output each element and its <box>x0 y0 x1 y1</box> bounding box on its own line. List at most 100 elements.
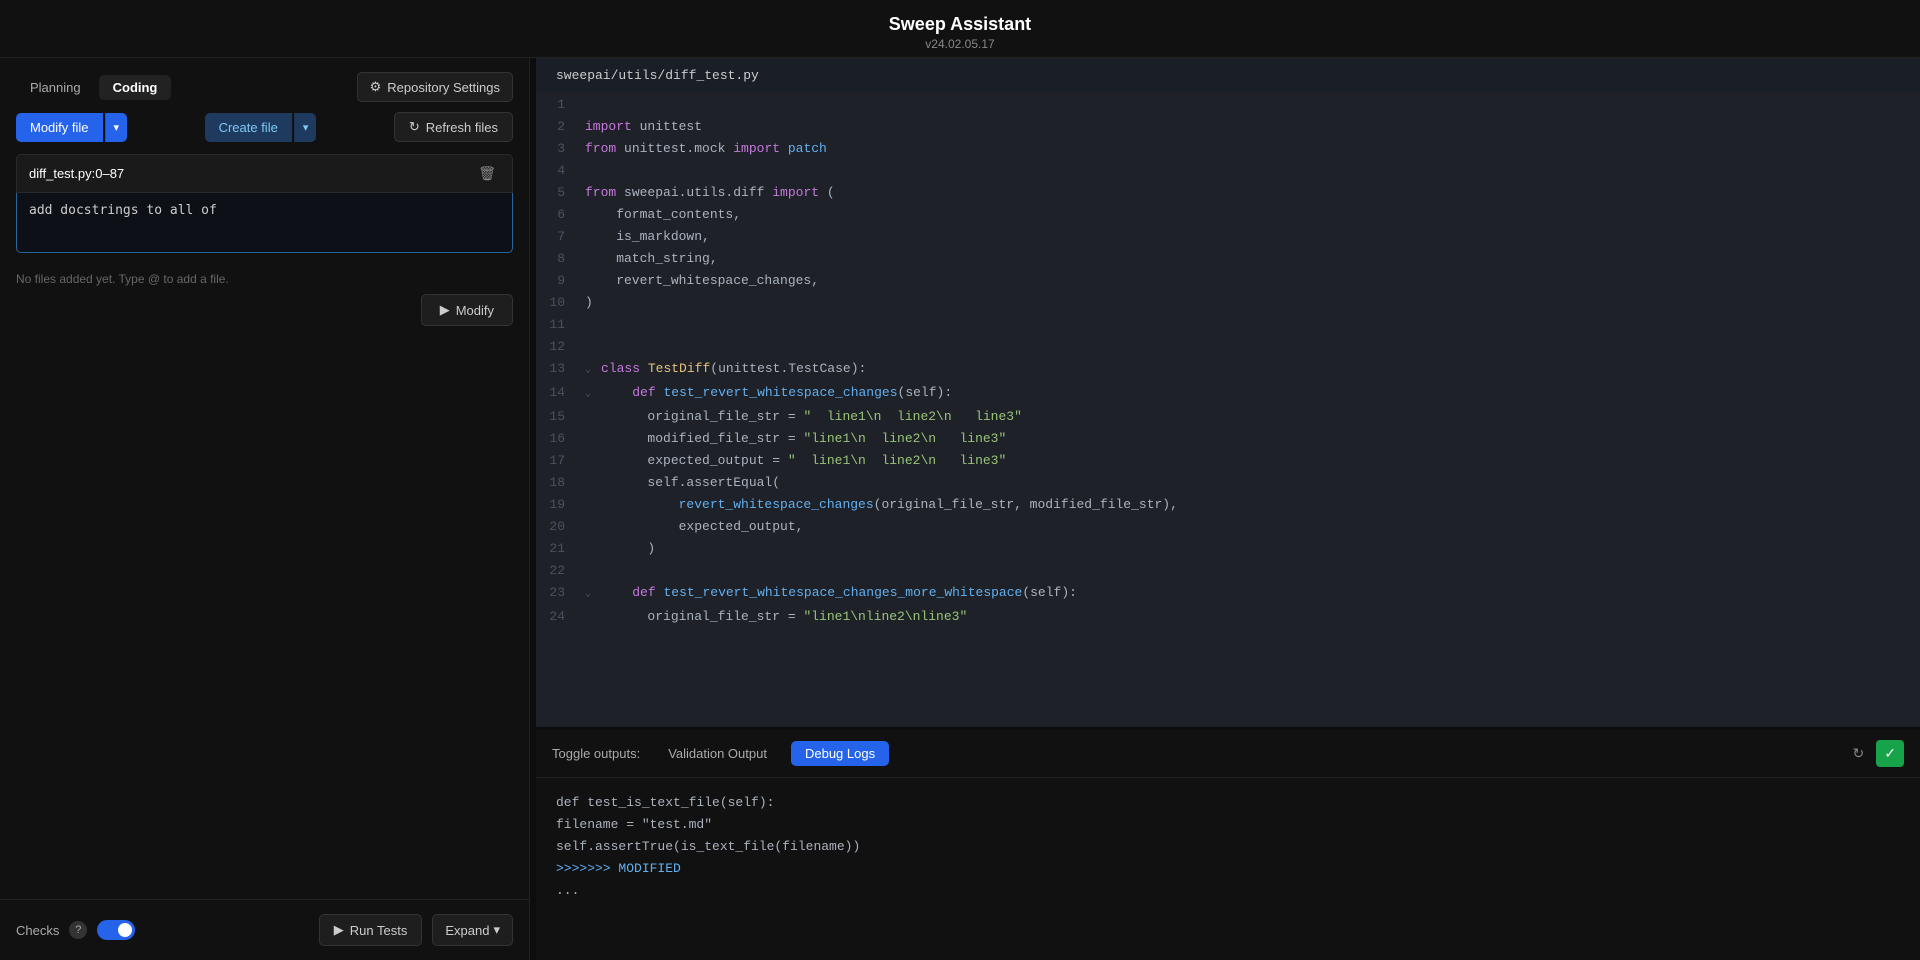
app-container: Sweep Assistant v24.02.05.17 Planning Co… <box>0 0 1920 960</box>
fold-arrow[interactable]: ⌄ <box>585 389 601 400</box>
code-panel: sweepai/utils/diff_test.py 12import unit… <box>536 58 1920 730</box>
refresh-files-label: Refresh files <box>426 120 498 135</box>
modify-label: Modify <box>456 303 494 318</box>
refresh-files-button[interactable]: ↻ Refresh files <box>394 112 513 142</box>
line-content: modified_file_str = "line1\n line2\n lin… <box>581 428 1006 450</box>
delete-file-button[interactable]: 🗑 <box>474 163 500 184</box>
instruction-input[interactable]: add docstrings to all of <box>16 193 513 253</box>
line-number: 1 <box>536 94 581 116</box>
line-content: expected_output = " line1\n line2\n line… <box>581 450 1006 472</box>
output-line: >>>>>>> MODIFIED <box>556 858 1900 880</box>
create-file-arrow[interactable]: ▾ <box>294 113 317 142</box>
run-tests-label: Run Tests <box>350 923 408 938</box>
file-header: diff_test.py:0–87 🗑 <box>16 154 513 193</box>
tab-planning[interactable]: Planning <box>16 75 95 100</box>
expand-button[interactable]: Expand ▾ <box>432 914 513 946</box>
modify-file-group: Modify file ▾ <box>16 113 127 142</box>
line-content <box>581 314 585 336</box>
output-header: Toggle outputs: Validation Output Debug … <box>536 730 1920 778</box>
code-line: 23⌄ def test_revert_whitespace_changes_m… <box>536 582 1920 606</box>
right-panel: sweepai/utils/diff_test.py 12import unit… <box>536 58 1920 960</box>
line-content: original_file_str = "line1\nline2\nline3… <box>581 606 967 628</box>
line-content: ) <box>581 538 655 560</box>
line-content <box>581 560 585 582</box>
code-line: 17 expected_output = " line1\n line2\n l… <box>536 450 1920 472</box>
chevron-down-icon: ▾ <box>493 922 500 938</box>
gear-icon: ⚙ <box>370 79 382 95</box>
line-content: match_string, <box>581 248 718 270</box>
tab-debug-logs[interactable]: Debug Logs <box>791 741 889 766</box>
help-icon[interactable]: ? <box>69 921 87 939</box>
line-number: 8 <box>536 248 581 270</box>
output-line: ... <box>556 880 1900 902</box>
output-panel: Toggle outputs: Validation Output Debug … <box>536 730 1920 960</box>
left-panel-spacer <box>0 334 529 899</box>
line-number: 16 <box>536 428 581 450</box>
line-number: 9 <box>536 270 581 292</box>
modify-file-arrow[interactable]: ▾ <box>105 113 128 142</box>
run-tests-button[interactable]: ▶ Run Tests <box>319 914 423 946</box>
main-layout: Planning Coding ⚙ Repository Settings Mo… <box>0 58 1920 960</box>
line-content: import unittest <box>581 116 702 138</box>
line-number: 10 <box>536 292 581 314</box>
create-file-button[interactable]: Create file <box>205 113 292 142</box>
line-number: 14 <box>536 382 581 406</box>
check-output-button[interactable]: ✓ <box>1876 740 1904 767</box>
line-number: 3 <box>536 138 581 160</box>
line-content: ) <box>581 292 593 314</box>
fold-arrow[interactable]: ⌄ <box>585 365 601 376</box>
output-line: def test_is_text_file(self): <box>556 792 1900 814</box>
line-number: 2 <box>536 116 581 138</box>
line-content: revert_whitespace_changes(original_file_… <box>581 494 1178 516</box>
left-panel: Planning Coding ⚙ Repository Settings Mo… <box>0 58 530 960</box>
refresh-output-button[interactable]: ↻ <box>1849 740 1869 767</box>
code-line: 11 <box>536 314 1920 336</box>
checks-toggle[interactable] <box>97 920 135 940</box>
output-actions: ↻ ✓ <box>1849 740 1904 767</box>
line-content: original_file_str = " line1\n line2\n li… <box>581 406 1022 428</box>
modify-button[interactable]: ▶ Modify <box>421 294 513 326</box>
line-content: format_contents, <box>581 204 741 226</box>
code-line: 16 modified_file_str = "line1\n line2\n … <box>536 428 1920 450</box>
code-line: 5from sweepai.utils.diff import ( <box>536 182 1920 204</box>
fold-arrow[interactable]: ⌄ <box>585 589 601 600</box>
code-line: 4 <box>536 160 1920 182</box>
repo-settings-button[interactable]: ⚙ Repository Settings <box>357 72 513 102</box>
toggle-knob <box>118 923 132 937</box>
line-number: 6 <box>536 204 581 226</box>
tab-coding[interactable]: Coding <box>99 75 172 100</box>
tabs-row: Planning Coding ⚙ Repository Settings <box>0 58 529 112</box>
hint-text: No files added yet. Type @ to add a file… <box>0 266 529 286</box>
file-name: diff_test.py:0–87 <box>29 166 124 181</box>
line-content: ⌄ def test_revert_whitespace_changes(sel… <box>581 382 952 406</box>
code-line: 15 original_file_str = " line1\n line2\n… <box>536 406 1920 428</box>
app-title: Sweep Assistant <box>0 14 1920 35</box>
code-line: 9 revert_whitespace_changes, <box>536 270 1920 292</box>
line-number: 5 <box>536 182 581 204</box>
line-content: is_markdown, <box>581 226 710 248</box>
app-version: v24.02.05.17 <box>0 37 1920 51</box>
line-content: ⌄ class TestDiff(unittest.TestCase): <box>581 358 866 382</box>
line-content: ⌄ def test_revert_whitespace_changes_mor… <box>581 582 1077 606</box>
code-line: 14⌄ def test_revert_whitespace_changes(s… <box>536 382 1920 406</box>
play-icon-run: ▶ <box>334 922 344 938</box>
expand-label: Expand <box>445 923 489 938</box>
output-line: self.assertTrue(is_text_file(filename)) <box>556 836 1900 858</box>
code-editor[interactable]: 12import unittest3from unittest.mock imp… <box>536 94 1920 727</box>
tab-validation-output[interactable]: Validation Output <box>654 741 781 766</box>
code-line: 22 <box>536 560 1920 582</box>
toggle-outputs-label: Toggle outputs: <box>552 746 640 761</box>
action-row: Modify file ▾ Create file ▾ ↻ Refresh fi… <box>0 112 529 154</box>
line-number: 7 <box>536 226 581 248</box>
code-line: 13⌄ class TestDiff(unittest.TestCase): <box>536 358 1920 382</box>
line-number: 11 <box>536 314 581 336</box>
modify-file-button[interactable]: Modify file <box>16 113 103 142</box>
code-line: 21 ) <box>536 538 1920 560</box>
line-number: 23 <box>536 582 581 606</box>
code-line: 7 is_markdown, <box>536 226 1920 248</box>
output-line: filename = "test.md" <box>556 814 1900 836</box>
line-content: from unittest.mock import patch <box>581 138 827 160</box>
line-content <box>581 94 585 116</box>
repo-settings-label: Repository Settings <box>387 80 500 95</box>
code-file-path: sweepai/utils/diff_test.py <box>536 58 1920 94</box>
